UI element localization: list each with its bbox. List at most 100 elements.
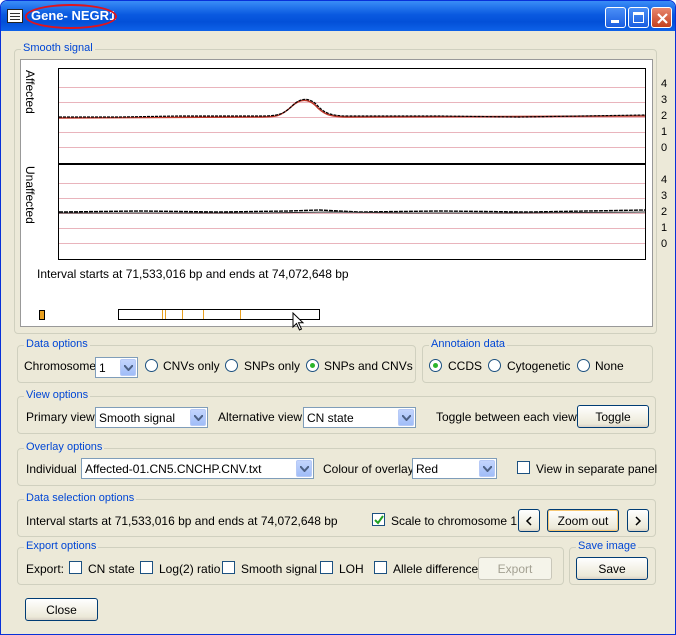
individual-label: Individual: [26, 462, 77, 476]
gene-track-bar[interactable]: [118, 309, 320, 320]
chevron-right-icon: [635, 516, 642, 526]
primary-view-label: Primary view: [26, 410, 95, 424]
unaffected-signal-trace: [59, 209, 645, 214]
next-button[interactable]: [627, 509, 649, 532]
annotation-legend: Annotaion data: [429, 338, 508, 350]
overlay-colour-select[interactable]: Red: [412, 458, 497, 479]
checkmark-icon: [374, 515, 384, 525]
snps-and-cnvs-label[interactable]: SNPs and CNVs: [324, 359, 413, 373]
maximize-icon: [633, 12, 644, 23]
save-button[interactable]: Save: [576, 557, 648, 580]
signal-plot-area: Affected 4 3 2 1 0 Unaffected 4 3 2 1 0 …: [20, 59, 667, 331]
chevron-down-icon[interactable]: [120, 359, 136, 376]
export-loh-label[interactable]: LOH: [339, 562, 364, 576]
unaffected-tick-3: 3: [661, 190, 668, 202]
cnvs-only-radio[interactable]: [145, 359, 158, 372]
gene-track-mark: [203, 310, 204, 319]
affected-tick-4: 4: [661, 78, 668, 90]
minimize-icon: [611, 20, 619, 23]
primary-view-select[interactable]: Smooth signal: [95, 407, 208, 428]
data-selection-legend: Data selection options: [24, 492, 137, 504]
snps-and-cnvs-radio[interactable]: [306, 359, 319, 372]
unaffected-tick-2: 2: [661, 206, 668, 218]
mouse-cursor-icon: [292, 312, 305, 331]
unaffected-tick-4: 4: [661, 174, 668, 186]
toggle-button[interactable]: Toggle: [577, 405, 649, 428]
separate-panel-checkbox[interactable]: [517, 461, 530, 474]
chromosome-select[interactable]: 1: [95, 357, 138, 378]
separate-panel-label[interactable]: View in separate panel: [536, 462, 657, 476]
scale-to-chromosome-checkbox[interactable]: [372, 513, 385, 526]
export-cn-state-label[interactable]: CN state: [88, 562, 135, 576]
export-options-legend: Export options: [24, 540, 99, 552]
affected-tick-2: 2: [661, 110, 668, 122]
chevron-down-icon[interactable]: [398, 409, 414, 426]
chevron-down-icon[interactable]: [190, 409, 206, 426]
data-options-legend: Data options: [24, 338, 90, 350]
ccds-radio[interactable]: [429, 359, 442, 372]
snps-only-label[interactable]: SNPs only: [244, 359, 300, 373]
unaffected-plot[interactable]: [58, 164, 646, 260]
title-bar[interactable]: Gene- NEGR1: [1, 1, 675, 31]
gene-track-mark: [162, 310, 163, 319]
unaffected-tick-0: 0: [661, 238, 668, 250]
affected-plot[interactable]: [58, 68, 646, 164]
plot-interval-text: Interval starts at 71,533,016 bp and end…: [37, 267, 349, 281]
alternative-view-select[interactable]: CN state: [303, 407, 416, 428]
overlay-colour-value: Red: [416, 462, 439, 476]
overlay-colour-label: Colour of overlay: [323, 462, 414, 476]
unaffected-label: Unaffected: [23, 166, 37, 224]
export-log2-ratio-label[interactable]: Log(2) ratio: [159, 562, 220, 576]
none-radio[interactable]: [577, 359, 590, 372]
export-log2-ratio-checkbox[interactable]: [140, 561, 153, 574]
cytogenetic-label[interactable]: Cytogenetic: [507, 359, 570, 373]
toggle-text: Toggle between each view: [436, 410, 577, 424]
close-button[interactable]: Close: [25, 598, 98, 621]
overlay-options-legend: Overlay options: [24, 441, 105, 453]
app-icon: [7, 9, 23, 23]
ccds-label[interactable]: CCDS: [448, 359, 482, 373]
export-loh-checkbox[interactable]: [320, 561, 333, 574]
chevron-down-icon[interactable]: [479, 460, 495, 477]
export-allele-difference-label[interactable]: Allele difference: [393, 562, 478, 576]
maximize-button[interactable]: [628, 7, 649, 28]
gene-track-mark: [165, 310, 166, 319]
cnvs-only-label[interactable]: CNVs only: [163, 359, 220, 373]
chromosome-label: Chromosome: [24, 359, 97, 373]
affected-tick-3: 3: [661, 94, 668, 106]
close-window-button[interactable]: [651, 7, 672, 28]
export-label: Export:: [26, 562, 65, 576]
export-smooth-signal-checkbox[interactable]: [222, 561, 235, 574]
cytogenetic-radio[interactable]: [488, 359, 501, 372]
chevron-left-icon: [525, 516, 532, 526]
alternative-view-value: CN state: [307, 411, 354, 425]
previous-button[interactable]: [518, 509, 540, 532]
chevron-down-icon[interactable]: [296, 460, 312, 477]
export-smooth-signal-label[interactable]: Smooth signal: [241, 562, 317, 576]
title-highlight-oval: [25, 4, 117, 29]
close-icon: [657, 13, 668, 24]
affected-tick-0: 0: [661, 142, 668, 154]
minimize-button[interactable]: [605, 7, 626, 28]
export-button[interactable]: Export: [478, 557, 552, 580]
export-cn-state-checkbox[interactable]: [69, 561, 82, 574]
individual-select[interactable]: Affected-01.CN5.CNCHP.CNV.txt: [81, 458, 314, 479]
unaffected-tick-1: 1: [661, 222, 668, 234]
gene-track-mark: [240, 310, 241, 319]
export-allele-difference-checkbox[interactable]: [374, 561, 387, 574]
zoom-out-button[interactable]: Zoom out: [547, 509, 619, 532]
gene-track-mark: [182, 310, 183, 319]
alternative-view-label: Alternative view: [218, 410, 303, 424]
view-options-legend: View options: [24, 389, 91, 401]
snps-only-radio[interactable]: [225, 359, 238, 372]
smooth-signal-legend: Smooth signal: [21, 42, 95, 54]
save-image-legend: Save image: [576, 540, 639, 552]
affected-signal-trace: [59, 98, 645, 119]
none-label[interactable]: None: [595, 359, 624, 373]
affected-label: Affected: [23, 70, 37, 114]
chromosome-value: 1: [99, 361, 106, 375]
affected-tick-1: 1: [661, 126, 668, 138]
app-window: Gene- NEGR1 Smooth signal Affected 4 3 2…: [0, 0, 676, 635]
scale-to-chromosome-label[interactable]: Scale to chromosome 1: [391, 514, 517, 528]
chromosome-position-marker: [39, 310, 45, 320]
